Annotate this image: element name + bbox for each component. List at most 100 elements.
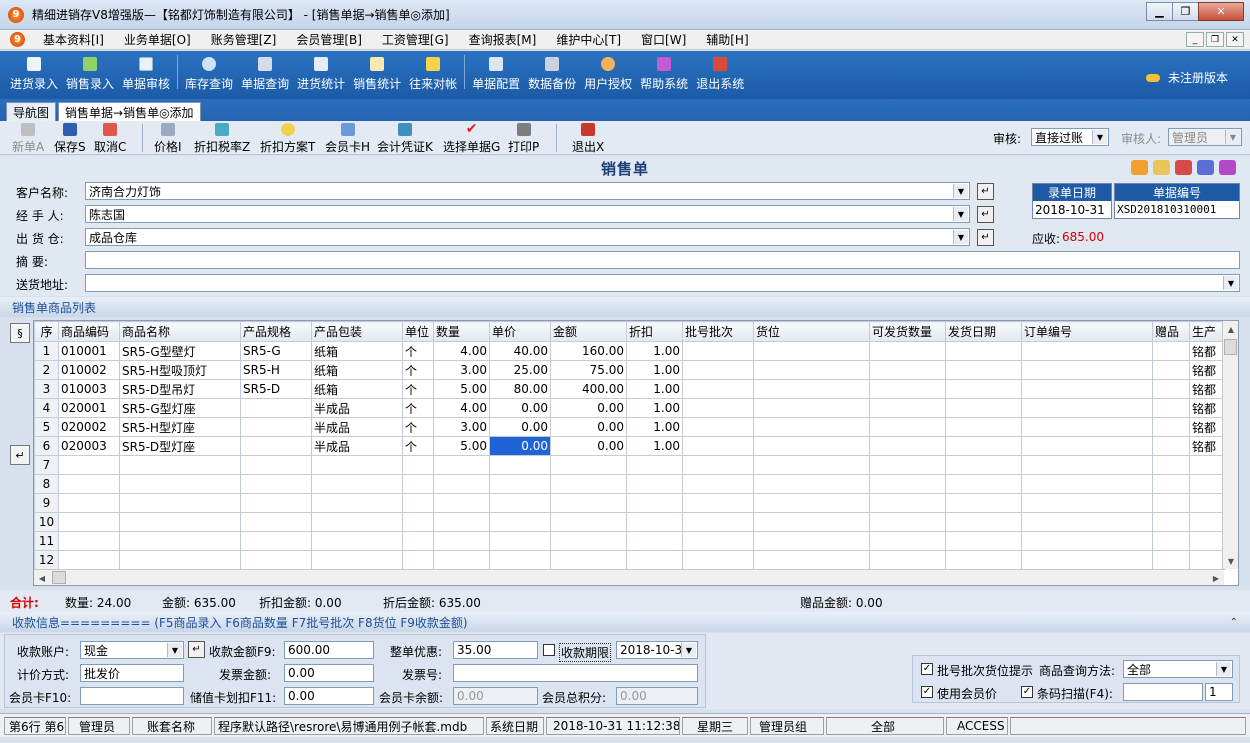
grid-cell[interactable] — [1021, 512, 1153, 532]
grid-cell[interactable] — [489, 512, 551, 532]
table-row[interactable]: 12 — [34, 550, 1226, 570]
exit-button[interactable]: 退出X — [572, 123, 604, 155]
sales-stats-button[interactable]: 销售统计 — [349, 57, 405, 92]
grid-cell[interactable] — [1152, 531, 1190, 551]
grid-cell[interactable] — [1021, 398, 1153, 418]
grid-cell[interactable] — [433, 455, 490, 475]
grid-cell[interactable]: SR5-D型灯座 — [119, 436, 241, 456]
grid-cell[interactable] — [58, 474, 120, 494]
mdi-close-button[interactable]: ✕ — [1226, 32, 1244, 47]
grid-cell[interactable] — [869, 360, 946, 380]
grid-cell[interactable] — [626, 493, 683, 513]
grid-cell[interactable]: 5.00 — [433, 436, 490, 456]
grid-cell[interactable] — [682, 531, 754, 551]
table-row[interactable]: 9 — [34, 493, 1226, 513]
grid-cell[interactable] — [682, 360, 754, 380]
account-reconcile-button[interactable]: 往来对帐 — [405, 57, 461, 92]
grid-header-cell[interactable]: 序 — [34, 321, 59, 342]
grid-cell[interactable] — [753, 360, 870, 380]
grid-cell[interactable] — [869, 474, 946, 494]
doc-query-button[interactable]: 单据查询 — [237, 57, 293, 92]
audit-select[interactable]: 直接过账 ▼ — [1031, 128, 1109, 146]
grid-cell[interactable]: 个 — [402, 398, 434, 418]
grid-cell[interactable] — [489, 493, 551, 513]
color-icon[interactable] — [1175, 160, 1192, 175]
grid-cell[interactable]: 个 — [402, 417, 434, 437]
grid-horizontal-scrollbar[interactable]: ◀ ▶ — [34, 569, 1224, 585]
grid-cell[interactable] — [1021, 379, 1153, 399]
grid-cell[interactable]: 铭都 — [1189, 379, 1226, 399]
barcode-input[interactable] — [1123, 683, 1203, 701]
grid-cell[interactable] — [1152, 360, 1190, 380]
grid-cell[interactable] — [311, 550, 403, 570]
scroll-up-icon[interactable]: ▲ — [1223, 321, 1238, 337]
grid-cell[interactable] — [1021, 455, 1153, 475]
account-pick-button[interactable]: ↵ — [188, 641, 205, 658]
grid-cell[interactable]: 0.00 — [550, 417, 627, 437]
warehouse-pick-button[interactable]: ↵ — [977, 229, 994, 246]
grid-cell[interactable]: SR5-H型吸顶灯 — [119, 360, 241, 380]
grid-header-cell[interactable]: 赠品 — [1152, 321, 1190, 342]
grid-cell[interactable]: 个 — [402, 360, 434, 380]
grid-cell[interactable]: 半成品 — [311, 398, 403, 418]
grid-cell[interactable]: 个 — [402, 379, 434, 399]
grid-cell[interactable]: 3.00 — [433, 360, 490, 380]
grid-cell[interactable] — [1152, 417, 1190, 437]
grid-cell[interactable]: SR5-D型吊灯 — [119, 379, 241, 399]
grid-settings-icon[interactable]: § — [10, 323, 30, 343]
grid-cell[interactable] — [1189, 474, 1226, 494]
menu-business[interactable]: 业务单据[O] — [114, 31, 201, 48]
grid-cell[interactable] — [1021, 360, 1153, 380]
menu-accounts[interactable]: 账务管理[Z] — [201, 31, 287, 48]
mdi-minimize-button[interactable]: _ — [1186, 32, 1204, 47]
batch-tip-checkbox[interactable]: ✓ — [921, 663, 933, 675]
grid-cell[interactable] — [1189, 531, 1226, 551]
book-icon[interactable] — [1219, 160, 1236, 175]
grid-cell[interactable] — [433, 474, 490, 494]
grid-cell[interactable] — [753, 379, 870, 399]
sales-entry-button[interactable]: 销售录入 — [62, 57, 118, 92]
grid-cell[interactable] — [58, 455, 120, 475]
voucher-button[interactable]: 会计凭证K — [377, 123, 433, 155]
grid-cell[interactable] — [240, 493, 312, 513]
grid-cell[interactable] — [682, 379, 754, 399]
discount-tax-button[interactable]: 折扣税率Z — [194, 123, 250, 155]
tab-navigation[interactable]: 导航图 — [6, 102, 57, 121]
grid-cell[interactable] — [682, 550, 754, 570]
grid-cell[interactable] — [240, 417, 312, 437]
grid-cell[interactable] — [945, 436, 1022, 456]
grid-cell[interactable] — [240, 474, 312, 494]
grid-cell[interactable]: 铭都 — [1189, 417, 1226, 437]
grid-cell[interactable]: 个 — [402, 436, 434, 456]
people-icon[interactable] — [1153, 160, 1170, 175]
chevron-down-icon[interactable]: ▼ — [953, 230, 968, 244]
grid-cell[interactable] — [1152, 341, 1190, 361]
grid-cell[interactable] — [489, 474, 551, 494]
grid-cell[interactable] — [753, 550, 870, 570]
grid-cell[interactable] — [945, 550, 1022, 570]
grid-cell[interactable] — [945, 379, 1022, 399]
grid-cell[interactable] — [682, 398, 754, 418]
cancel-button[interactable]: 取消C — [94, 123, 126, 155]
grid-cell[interactable]: 80.00 — [489, 379, 551, 399]
grid-cell[interactable] — [58, 550, 120, 570]
grid-cell[interactable]: 纸箱 — [311, 341, 403, 361]
grid-cell[interactable] — [119, 550, 241, 570]
save-button[interactable]: 保存S — [54, 123, 86, 155]
grid-cell[interactable] — [945, 531, 1022, 551]
grid-header-cell[interactable]: 产品规格 — [240, 321, 312, 342]
grid-cell[interactable]: 0.00 — [550, 436, 627, 456]
grid-cell[interactable] — [119, 493, 241, 513]
grid-cell[interactable]: 1.00 — [626, 360, 683, 380]
grid-cell[interactable] — [869, 398, 946, 418]
barcode-checkbox[interactable]: ✓ — [1021, 686, 1033, 698]
scroll-right-icon[interactable]: ▶ — [1208, 570, 1224, 585]
grid-header-cell[interactable]: 金额 — [550, 321, 627, 342]
scroll-thumb[interactable] — [52, 571, 66, 584]
grid-cell[interactable]: 1.00 — [626, 379, 683, 399]
grid-cell[interactable] — [1021, 417, 1153, 437]
warehouse-input[interactable]: 成品仓库 ▼ — [85, 228, 970, 246]
grid-cell[interactable] — [682, 417, 754, 437]
select-doc-button[interactable]: ✔ 选择单据G — [443, 122, 500, 155]
grid-cell[interactable] — [1152, 512, 1190, 532]
